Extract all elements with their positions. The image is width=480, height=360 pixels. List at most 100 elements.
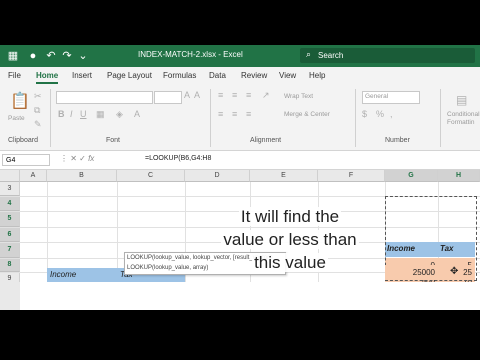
customize-toolbar-icon[interactable]: ⌄	[76, 49, 90, 63]
excel-logo-icon: ▦	[7, 50, 19, 62]
align-bottom-icon[interactable]: ≡	[246, 90, 251, 100]
search-box[interactable]: ⌕ Search	[300, 48, 475, 63]
italic-icon[interactable]: I	[70, 109, 73, 119]
tab-help[interactable]: Help	[309, 71, 325, 80]
ribbon-divider	[50, 89, 51, 147]
align-center-icon[interactable]: ≡	[232, 109, 237, 119]
ribbon-tabs: File Home Insert Page Layout Formulas Da…	[0, 67, 480, 85]
row-header-3[interactable]: 3	[0, 182, 20, 196]
paste-label[interactable]: Paste	[8, 115, 25, 122]
underline-icon[interactable]: U	[80, 109, 87, 119]
copy-icon[interactable]: ⧉	[34, 105, 40, 116]
cell-g7-income[interactable]: 6000	[385, 306, 438, 310]
group-clipboard: Clipboard	[8, 137, 38, 144]
format-painter-icon[interactable]: ✎	[34, 119, 42, 130]
formula-arg-range-ref: G4:H8	[173, 288, 185, 297]
font-size-field[interactable]	[154, 91, 182, 104]
row-header-5[interactable]: 5	[0, 211, 20, 227]
ribbon-divider	[440, 89, 441, 147]
title-bar: ▦ ● ↶ ↷ ⌄ INDEX-MATCH-2.xlsx - Excel ⌕ S…	[0, 45, 480, 67]
formula-input[interactable]: =LOOKUP(B6,G4:H8	[145, 155, 211, 162]
gridline	[0, 227, 480, 228]
number-format-field[interactable]: General	[362, 91, 420, 104]
formula-bar: G4 ⋮ ✕ ✓ fx =LOOKUP(B6,G4:H8	[0, 151, 480, 170]
borders-icon[interactable]: ▦	[96, 109, 105, 120]
undo-icon[interactable]: ↶	[44, 49, 58, 63]
group-alignment: Alignment	[250, 137, 282, 144]
tab-page-layout[interactable]: Page Layout	[107, 71, 152, 80]
column-header-e[interactable]: E	[250, 170, 318, 182]
column-header-a[interactable]: A	[20, 170, 47, 182]
align-right-icon[interactable]: ≡	[246, 109, 251, 119]
column-header-c[interactable]: C	[117, 170, 185, 182]
tab-file[interactable]: File	[8, 71, 21, 80]
select-all-corner[interactable]	[0, 170, 20, 182]
decrease-font-icon[interactable]: A	[194, 90, 200, 100]
cell-h4-tax[interactable]: 5	[438, 258, 475, 273]
window-title: INDEX-MATCH-2.xlsx - Excel	[138, 50, 243, 59]
cut-icon[interactable]: ✂	[34, 91, 42, 102]
group-number: Number	[385, 137, 410, 144]
align-left-icon[interactable]: ≡	[218, 109, 223, 119]
gridline	[0, 211, 480, 212]
row-header-7[interactable]: 7	[0, 242, 20, 258]
increase-font-icon[interactable]: A	[184, 90, 190, 100]
ribbon: 📋 Paste ✂ ⧉ ✎ Clipboard A A B I U ▦ ◈ A …	[0, 85, 480, 151]
cell-h3-tax-header[interactable]: Tax	[438, 242, 475, 257]
align-top-icon[interactable]: ≡	[218, 90, 223, 100]
row-header-8[interactable]: 8	[0, 258, 20, 272]
cell-g3-income-header[interactable]: Income	[385, 242, 438, 257]
name-box[interactable]: G4	[2, 154, 50, 166]
number-format-value: General	[365, 93, 389, 100]
comma-icon[interactable]: ,	[390, 109, 393, 119]
cell-h6-tax[interactable]: 15	[438, 290, 475, 305]
align-middle-icon[interactable]: ≡	[232, 90, 237, 100]
tab-formulas[interactable]: Formulas	[163, 71, 196, 80]
cell-c5-tax-header[interactable]: Tax	[117, 268, 185, 283]
font-color-icon[interactable]: A	[134, 109, 140, 119]
conditional-formatting-icon[interactable]: ▤	[456, 93, 467, 107]
tab-review[interactable]: Review	[241, 71, 267, 80]
cell-g6-income[interactable]: 1000	[385, 290, 438, 305]
column-header-b[interactable]: B	[47, 170, 117, 182]
wrap-text-button[interactable]: Wrap Text	[284, 93, 313, 100]
tab-view[interactable]: View	[279, 71, 296, 80]
percent-icon[interactable]: %	[376, 109, 384, 119]
gridline	[0, 196, 480, 197]
gridline	[318, 182, 319, 310]
tab-insert[interactable]: Insert	[72, 71, 92, 80]
tab-data[interactable]: Data	[209, 71, 226, 80]
cell-g4-income[interactable]: 0	[385, 258, 438, 273]
search-icon: ⌕	[306, 49, 312, 59]
cell-b5-income-header[interactable]: Income	[47, 268, 117, 283]
column-header-g[interactable]: G	[385, 170, 438, 182]
cell-h5-tax[interactable]: 10	[438, 274, 475, 289]
bold-icon[interactable]: B	[58, 109, 65, 119]
worksheet-grid[interactable]: A B C D E F G H 3 4 5 6 7 8 9 Income Tax…	[0, 170, 480, 310]
gridline	[185, 182, 186, 310]
search-label: Search	[318, 51, 344, 60]
row-header-9[interactable]: 9	[0, 272, 20, 286]
row-header-6[interactable]: 6	[0, 227, 20, 242]
row-header-4[interactable]: 4	[0, 196, 20, 211]
cell-b6-income-value[interactable]: 2000	[47, 284, 117, 298]
autosave-icon[interactable]: ●	[26, 49, 40, 63]
formula-controls[interactable]: ⋮ ✕ ✓ fx	[60, 154, 94, 163]
orientation-icon[interactable]: ↗	[262, 90, 270, 101]
column-header-f[interactable]: F	[318, 170, 385, 182]
currency-icon[interactable]: $	[362, 109, 367, 119]
conditional-formatting-button[interactable]: Conditional Formattin	[447, 111, 480, 127]
font-name-field[interactable]	[56, 91, 153, 104]
tab-home[interactable]: Home	[36, 71, 59, 84]
column-header-h[interactable]: H	[438, 170, 480, 182]
fill-color-icon[interactable]: ◈	[116, 109, 123, 120]
redo-icon[interactable]: ↷	[60, 49, 74, 63]
cell-h7-tax[interactable]: 20	[438, 306, 475, 310]
paste-icon[interactable]: 📋	[10, 91, 30, 111]
cell-g5-income[interactable]: 500	[385, 274, 438, 289]
ribbon-divider	[355, 89, 356, 147]
cell-c6-tax-formula[interactable]: =LOOKUP(B6,G4:H8	[117, 284, 185, 298]
ribbon-divider	[210, 89, 211, 147]
merge-center-button[interactable]: Merge & Center	[284, 111, 330, 118]
column-header-d[interactable]: D	[185, 170, 250, 182]
